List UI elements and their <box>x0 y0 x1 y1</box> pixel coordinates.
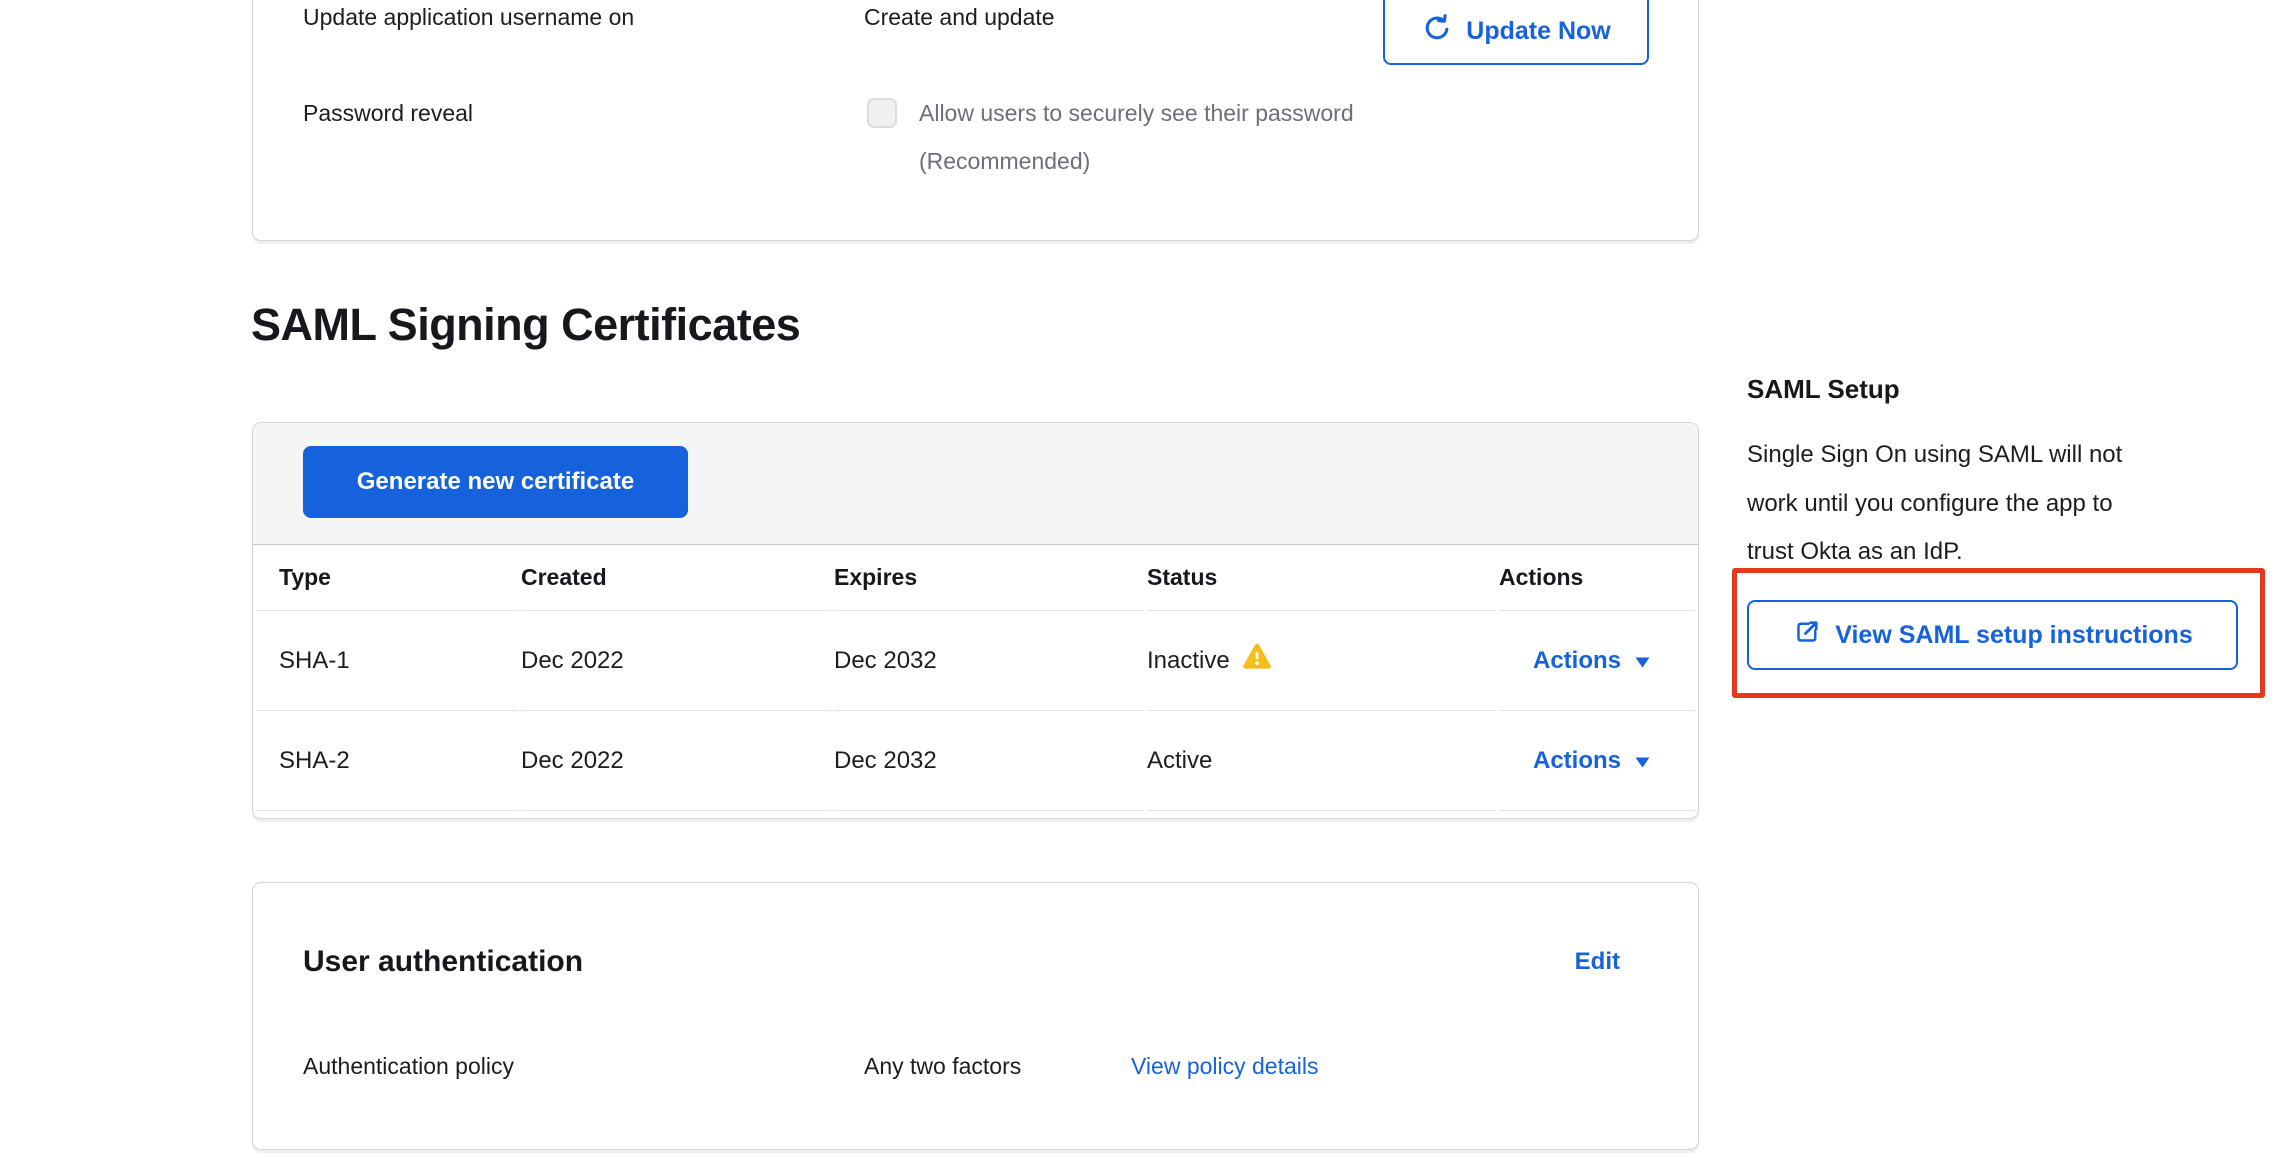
cert-status-cell: Inactive <box>1147 611 1496 711</box>
edit-link[interactable]: Edit <box>1575 948 1620 976</box>
actions-dropdown[interactable]: Actions <box>1533 647 1650 675</box>
column-header-status: Status <box>1147 545 1496 611</box>
certificates-panel-toolbar: Generate new certificate <box>253 423 1698 545</box>
refresh-icon <box>1421 12 1453 51</box>
cert-created-cell: Dec 2022 <box>521 611 831 711</box>
table-header-row: Type Created Expires Status Actions <box>256 545 1695 611</box>
cert-type-cell: SHA-1 <box>256 611 518 711</box>
password-reveal-label: Password reveal <box>303 98 473 128</box>
generate-new-certificate-button[interactable]: Generate new certificate <box>303 446 688 518</box>
saml-setup-description: Single Sign On using SAML will not work … <box>1747 431 2267 577</box>
caret-down-icon <box>1635 747 1650 775</box>
certificates-table: Type Created Expires Status Actions SHA-… <box>253 545 1698 811</box>
cert-type-cell: SHA-2 <box>256 711 518 811</box>
column-header-created: Created <box>521 545 831 611</box>
update-username-label: Update application username on <box>303 2 634 32</box>
page: Update application username on Create an… <box>0 0 2279 1158</box>
cert-status-cell: Active <box>1147 711 1496 811</box>
view-policy-details-link[interactable]: View policy details <box>1131 1051 1319 1081</box>
user-authentication-panel: User authentication Edit Authentication … <box>252 882 1699 1150</box>
view-saml-setup-instructions-button[interactable]: View SAML setup instructions <box>1747 600 2238 670</box>
authentication-policy-row: Authentication policy Any two factors Vi… <box>253 1051 1698 1081</box>
actions-label: Actions <box>1533 747 1621 775</box>
authentication-policy-label: Authentication policy <box>303 1051 514 1081</box>
update-now-button[interactable]: Update Now <box>1383 0 1649 65</box>
warning-triangle-icon <box>1242 643 1272 678</box>
column-header-actions: Actions <box>1499 545 1695 611</box>
column-header-expires: Expires <box>834 545 1144 611</box>
table-row: SHA-1 Dec 2022 Dec 2032 Inactive <box>256 611 1695 711</box>
view-saml-setup-instructions-label: View SAML setup instructions <box>1835 621 2192 650</box>
column-header-type: Type <box>256 545 518 611</box>
table-row: SHA-2 Dec 2022 Dec 2032 Active Actions <box>256 711 1695 811</box>
authentication-policy-value: Any two factors <box>864 1051 1021 1081</box>
saml-setup-title: SAML Setup <box>1747 373 1900 405</box>
external-link-icon <box>1792 617 1822 654</box>
cert-created-cell: Dec 2022 <box>521 711 831 811</box>
status-text: Active <box>1147 747 1212 775</box>
saml-certificates-panel: Generate new certificate Type Created Ex… <box>252 422 1699 819</box>
update-now-label: Update Now <box>1466 17 1610 46</box>
cert-expires-cell: Dec 2032 <box>834 711 1144 811</box>
password-reveal-checkbox[interactable] <box>867 98 897 128</box>
actions-dropdown[interactable]: Actions <box>1533 747 1650 775</box>
sign-on-settings-panel: Update application username on Create an… <box>252 0 1699 241</box>
actions-label: Actions <box>1533 647 1621 675</box>
caret-down-icon <box>1635 647 1650 675</box>
user-authentication-title: User authentication <box>303 943 583 981</box>
cert-expires-cell: Dec 2032 <box>834 611 1144 711</box>
saml-signing-certificates-title: SAML Signing Certificates <box>251 299 800 351</box>
status-text: Inactive <box>1147 647 1230 675</box>
update-username-value: Create and update <box>864 2 1055 32</box>
password-reveal-description: Allow users to securely see their passwo… <box>919 89 1354 185</box>
